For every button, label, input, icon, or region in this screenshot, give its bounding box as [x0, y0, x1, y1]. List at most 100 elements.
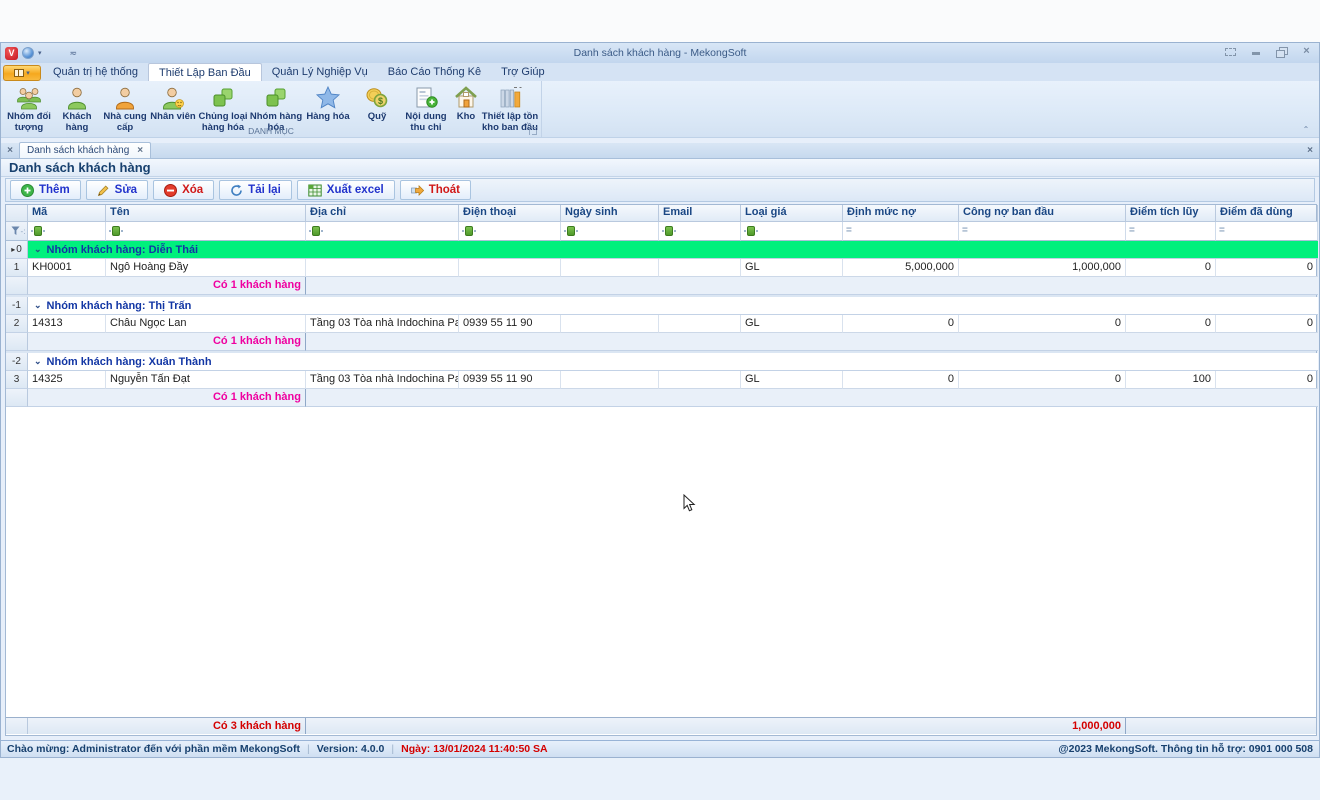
group-expanded-icon[interactable]: ⌄: [34, 244, 42, 255]
group-expanded-icon[interactable]: ⌄: [34, 300, 42, 311]
cell-ten[interactable]: Châu Ngọc Lan: [106, 315, 306, 333]
cell-loai-gia[interactable]: GL: [741, 315, 843, 333]
cell-ma[interactable]: KH0001: [28, 259, 106, 277]
cell-cong-no[interactable]: 1,000,000: [959, 259, 1126, 277]
cell-dia-chi[interactable]: [306, 259, 459, 277]
group-dialog-launcher-icon[interactable]: [529, 127, 537, 135]
filter-cell-ngay-sinh[interactable]: [561, 222, 659, 241]
column-header-ma[interactable]: Mã: [28, 205, 106, 222]
cell-dinh-muc-no[interactable]: 5,000,000: [843, 259, 959, 277]
ribbon-tab-bao-cao-thong-ke[interactable]: Báo Cáo Thống Kê: [378, 63, 491, 81]
column-header-dia-chi[interactable]: Địa chỉ: [306, 205, 459, 222]
document-tab-close-icon[interactable]: ×: [137, 145, 143, 156]
filter-cell-loai-gia[interactable]: [741, 222, 843, 241]
export-excel-button[interactable]: Xuất excel: [297, 180, 395, 200]
filter-cell-email[interactable]: [659, 222, 741, 241]
filter-cell-dinh-muc-no[interactable]: =: [843, 222, 959, 241]
group-footer-count: Có 1 khách hàng: [28, 277, 306, 295]
equals-filter-icon: =: [846, 226, 851, 236]
cell-dien-thoai[interactable]: 0939 55 11 90: [459, 315, 561, 333]
cell-dia-chi[interactable]: Tầng 03 Tòa nhà Indochina Park ...: [306, 371, 459, 389]
ribbon-item-label: Hàng hóa: [306, 112, 349, 123]
column-header-email[interactable]: Email: [659, 205, 741, 222]
cell-diem-tich-luy[interactable]: 0: [1126, 259, 1216, 277]
table-row[interactable]: 3 14325 Nguyễn Tấn Đạt Tầng 03 Tòa nhà I…: [6, 371, 1316, 389]
cell-ma[interactable]: 14313: [28, 315, 106, 333]
ribbon-tab-quan-ly-nghiep-vu[interactable]: Quản Lý Nghiệp Vụ: [262, 63, 378, 81]
desktop-area: [0, 758, 1320, 800]
column-header-dien-thoai[interactable]: Điện thoại: [459, 205, 561, 222]
ribbon-body: Nhóm đối tượng Khách hàng: [1, 81, 1319, 138]
exit-button[interactable]: Thoát: [400, 180, 471, 200]
group-expanded-icon[interactable]: ⌄: [34, 356, 42, 367]
cell-email[interactable]: [659, 259, 741, 277]
filter-cell-dien-thoai[interactable]: [459, 222, 561, 241]
filter-cell-diem-da-dung[interactable]: =: [1216, 222, 1318, 241]
table-row[interactable]: 2 14313 Châu Ngọc Lan Tầng 03 Tòa nhà In…: [6, 315, 1316, 333]
filter-cell-cong-no-ban-dau[interactable]: =: [959, 222, 1126, 241]
column-header-diem-da-dung[interactable]: Điểm đã dùng: [1216, 205, 1318, 222]
filter-row-indicator: -:: [6, 222, 28, 241]
reload-button[interactable]: Tải lại: [219, 180, 292, 200]
ribbon-tab-tro-giup[interactable]: Trợ Giúp: [491, 63, 554, 81]
fullscreen-button[interactable]: [1225, 46, 1238, 57]
cell-diem-da-dung[interactable]: 0: [1216, 259, 1318, 277]
app-menu-button[interactable]: ▾: [3, 65, 41, 81]
filter-cell-ten[interactable]: [106, 222, 306, 241]
ribbon-group-label: DANH MỤC: [1, 126, 541, 137]
cell-dien-thoai[interactable]: [459, 259, 561, 277]
group-row[interactable]: ▸ 0 ⌄ Nhóm khách hàng: Diễn Thái: [6, 241, 1316, 259]
filter-cell-diem-tich-luy[interactable]: =: [1126, 222, 1216, 241]
cell-email[interactable]: [659, 315, 741, 333]
ribbon-collapse-icon[interactable]: ⌃: [1301, 126, 1311, 134]
cell-ten[interactable]: Ngô Hoàng Đầy: [106, 259, 306, 277]
column-header-dinh-muc-no[interactable]: Định mức nợ: [843, 205, 959, 222]
cell-ten[interactable]: Nguyễn Tấn Đạt: [106, 371, 306, 389]
cell-diem-tich-luy[interactable]: 0: [1126, 315, 1216, 333]
column-header-ten[interactable]: Tên: [106, 205, 306, 222]
minimize-button[interactable]: [1250, 46, 1263, 57]
group-row[interactable]: -2 ⌄ Nhóm khách hàng: Xuân Thành: [6, 353, 1316, 371]
restore-button[interactable]: [1275, 46, 1288, 57]
cell-loai-gia[interactable]: GL: [741, 259, 843, 277]
document-tab-active[interactable]: Danh sách khách hàng ×: [19, 142, 151, 158]
column-header-loai-gia[interactable]: Loại giá: [741, 205, 843, 222]
column-header-diem-tich-luy[interactable]: Điểm tích lũy: [1126, 205, 1216, 222]
cell-ngay-sinh[interactable]: [561, 371, 659, 389]
delete-button[interactable]: Xóa: [153, 180, 214, 200]
cell-diem-tich-luy[interactable]: 100: [1126, 371, 1216, 389]
add-button[interactable]: Thêm: [10, 180, 81, 200]
cell-dia-chi[interactable]: Tầng 03 Tòa nhà Indochina Park ...: [306, 315, 459, 333]
text-filter-icon: [462, 226, 476, 236]
cell-cong-no[interactable]: 0: [959, 315, 1126, 333]
cell-email[interactable]: [659, 371, 741, 389]
column-header-ngay-sinh[interactable]: Ngày sinh: [561, 205, 659, 222]
ribbon-item-label: Kho: [457, 112, 475, 123]
cell-dinh-muc-no[interactable]: 0: [843, 315, 959, 333]
person-orange-icon: [112, 84, 138, 111]
cell-ma[interactable]: 14325: [28, 371, 106, 389]
table-row[interactable]: 1 KH0001 Ngô Hoàng Đầy GL 5,000,000 1,00…: [6, 259, 1316, 277]
cell-diem-da-dung[interactable]: 0: [1216, 371, 1318, 389]
cell-dien-thoai[interactable]: 0939 55 11 90: [459, 371, 561, 389]
row-handle: 1: [6, 259, 28, 277]
filter-cell-dia-chi[interactable]: [306, 222, 459, 241]
close-button[interactable]: ×: [1300, 46, 1313, 57]
cell-ngay-sinh[interactable]: [561, 259, 659, 277]
cell-ngay-sinh[interactable]: [561, 315, 659, 333]
column-header-cong-no-ban-dau[interactable]: Công nợ ban đầu: [959, 205, 1126, 222]
status-separator: |: [307, 743, 310, 755]
tabstrip-close-icon[interactable]: ×: [1, 143, 19, 158]
cell-cong-no[interactable]: 0: [959, 371, 1126, 389]
cell-dinh-muc-no[interactable]: 0: [843, 371, 959, 389]
edit-button[interactable]: Sửa: [86, 180, 148, 200]
ribbon-tab-thiet-lap-ban-dau[interactable]: Thiết Lập Ban Đầu: [148, 63, 262, 81]
filter-cell-ma[interactable]: [28, 222, 106, 241]
add-button-label: Thêm: [39, 184, 70, 196]
tabstrip-close-all-icon[interactable]: ×: [1307, 145, 1313, 156]
group-row[interactable]: -1 ⌄ Nhóm khách hàng: Thị Trấn: [6, 297, 1316, 315]
exit-arrow-icon: [411, 184, 424, 197]
cell-loai-gia[interactable]: GL: [741, 371, 843, 389]
cell-diem-da-dung[interactable]: 0: [1216, 315, 1318, 333]
ribbon-tab-quan-tri-he-thong[interactable]: Quản trị hệ thống: [43, 63, 148, 81]
